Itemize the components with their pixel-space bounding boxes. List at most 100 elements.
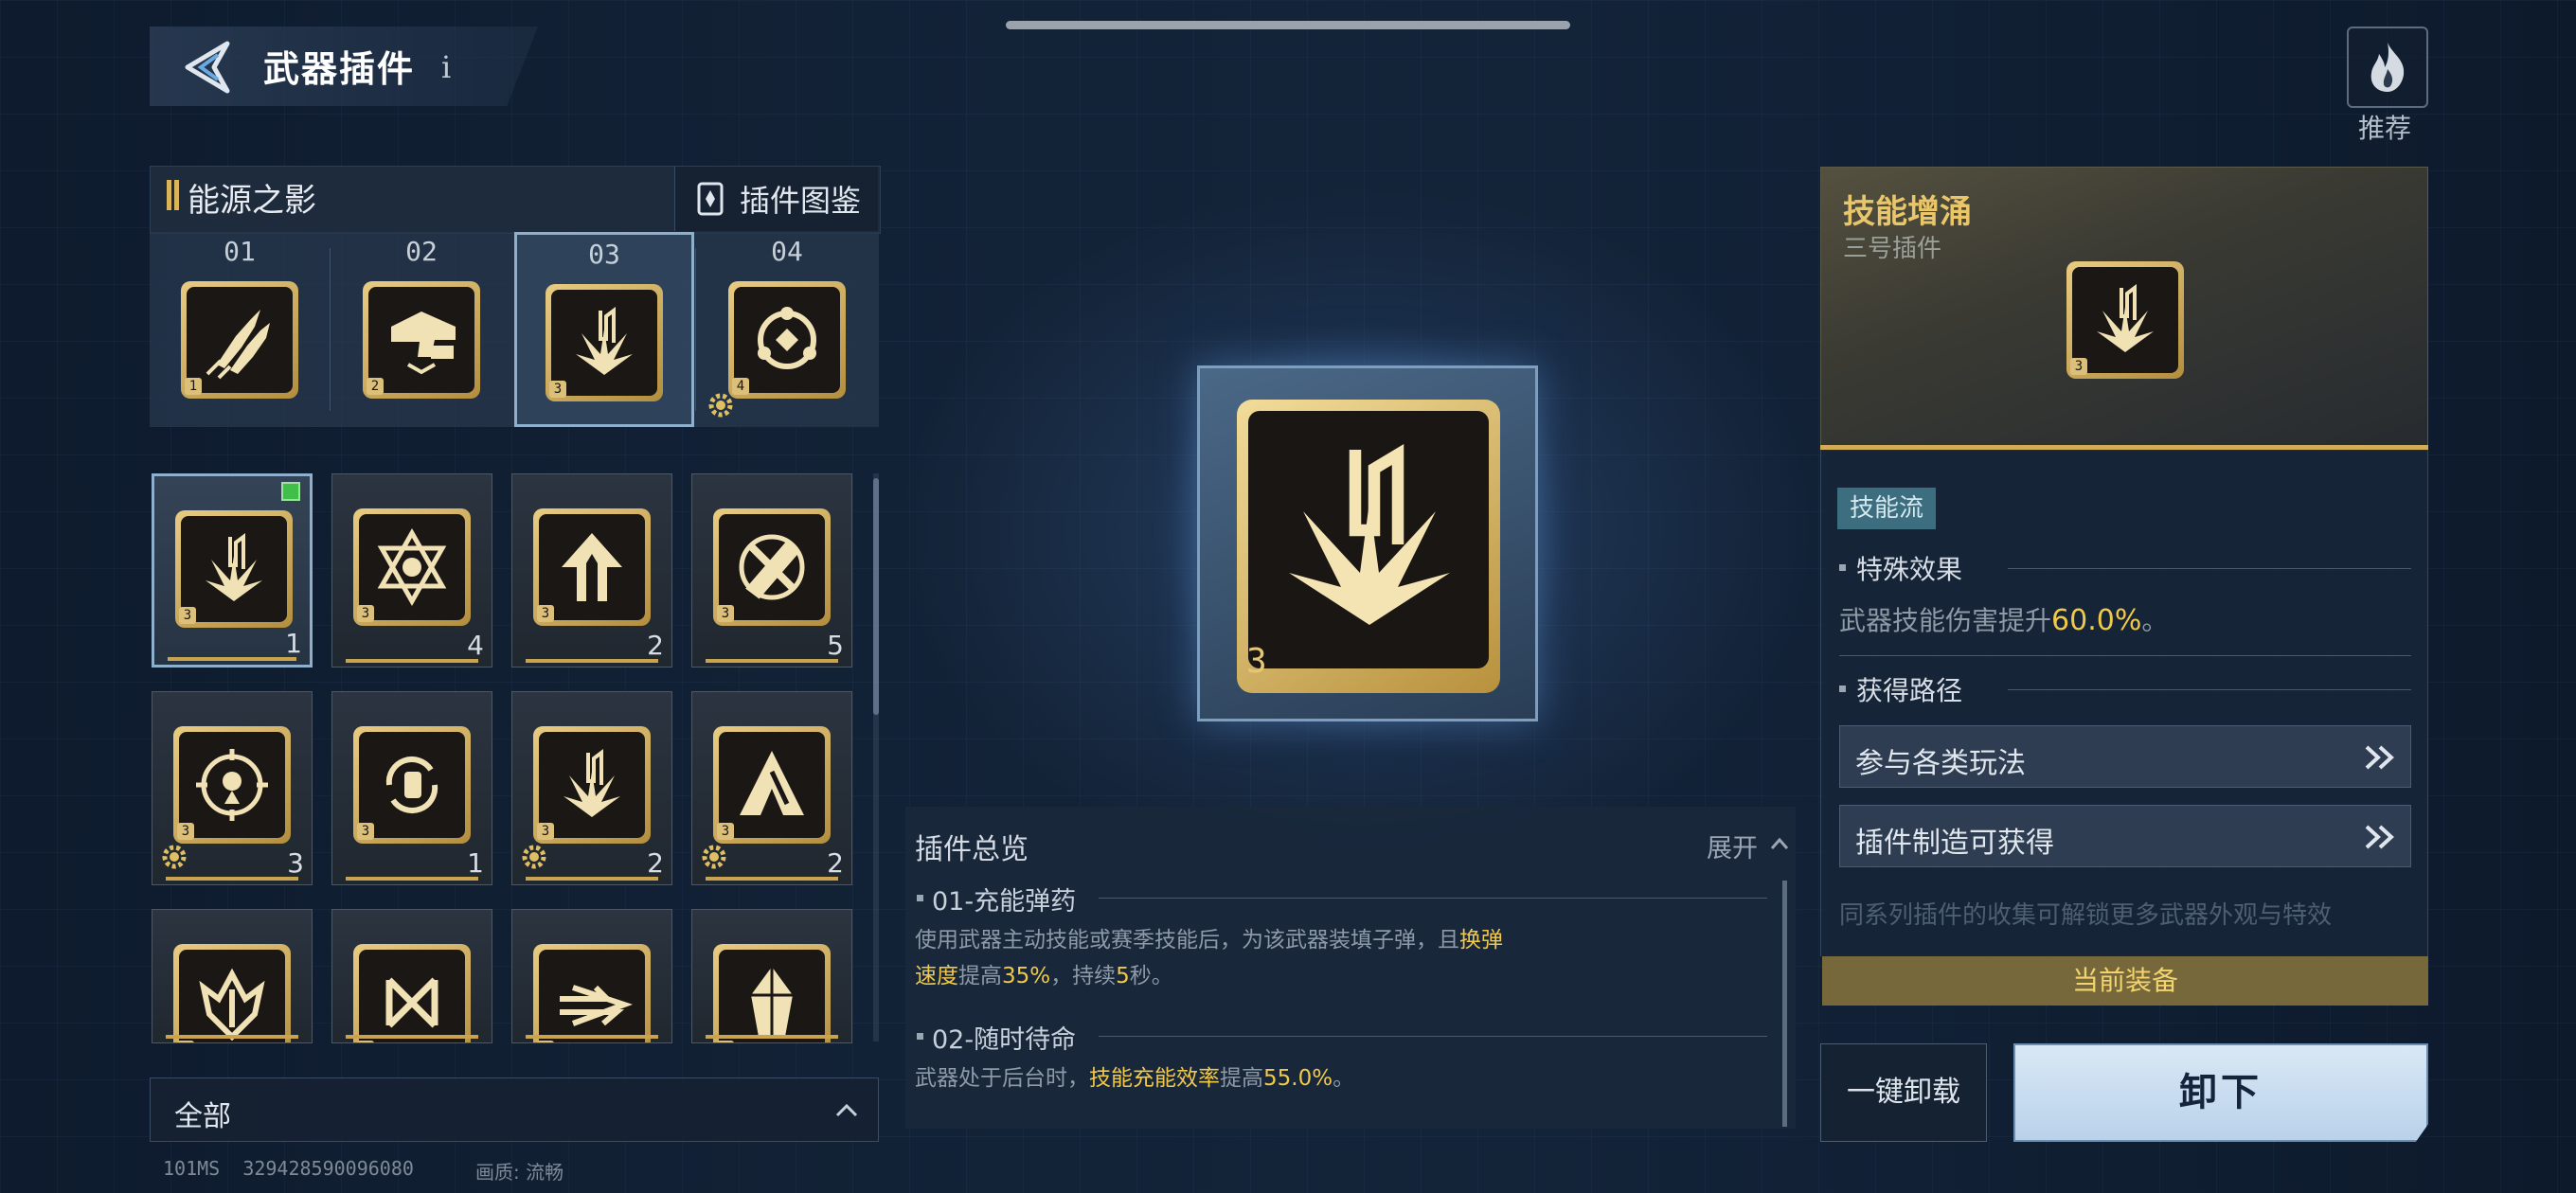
plugin-card: 3 [353,508,471,626]
special-effect-text: 武器技能伤害提升60.0%。 [1839,600,2168,638]
overview-scrollbar[interactable] [1782,881,1787,1127]
skill-surge-icon [576,307,633,375]
tile-underline [706,659,838,663]
user-id: 329428590096080 [242,1157,414,1180]
plugin-tile[interactable]: 35 [691,473,852,668]
equipped-indicator [281,482,300,501]
overview-section-text: 武器处于后台时，技能充能效率提高55.0%。 [915,1060,1748,1096]
skill-surge-icon [564,749,620,817]
plugin-card: 4 [728,281,846,399]
knot-icon [385,977,438,1028]
overview-title: 插件总览 [915,833,1029,866]
hand-cycle-icon [385,756,438,814]
text-highlight: 换弹 [1459,928,1503,953]
tile-underline [346,659,478,663]
plugin-tile[interactable]: 3 [152,909,313,1043]
tile-count: 1 [467,847,484,879]
slot-01[interactable]: 01 1 [150,232,330,427]
plugin-card: 3 [546,284,663,401]
detail-subtitle: 三号插件 [1843,235,1942,263]
section-bullet [917,895,923,901]
tile-underline [706,1035,838,1039]
target-icon [196,749,268,821]
route-crafting[interactable]: 插件制造可获得 [1839,805,2411,867]
tile-count: 3 [287,847,304,879]
plugin-tile[interactable]: 31 [331,691,492,885]
plugin-card: 3 [713,944,831,1042]
plugin-card: 3 [533,726,651,844]
bullets-icon [206,310,270,380]
special-effect-heading: 特殊效果 [1856,554,1963,585]
codex-button[interactable]: 插件图鉴 [674,167,878,231]
text-part: 武器处于后台时， [915,1066,1089,1091]
plugin-tile[interactable]: 34 [331,473,492,668]
plugin-tile[interactable]: 31 [152,473,313,668]
rank-corner: 3 [549,381,566,398]
tile-count: 4 [467,630,484,661]
rank-corner: 3 [537,823,554,840]
quality-value: 流畅 [526,1161,564,1184]
tile-underline [706,877,838,881]
faded-description: 同系列插件的收集可解锁更多武器外观与特效 [1839,901,2333,930]
rank-corner: 3 [357,1041,374,1042]
text-part: 使用武器主动技能或赛季技能后，为该武器装填子弹，且 [915,928,1459,953]
overview-expand[interactable]: 展开 [1707,828,1758,864]
plugin-tile[interactable]: 32 [511,473,672,668]
gun-icon [391,312,456,375]
rank-corner: 3 [717,1041,734,1042]
plugin-tile[interactable]: 3 [511,909,672,1043]
section-bullet [1839,564,1846,571]
tile-underline [168,657,296,661]
text-part: 。 [1333,1066,1355,1091]
crystal-icon [751,967,793,1037]
slot-03[interactable]: 03 3 [514,232,694,427]
filter-dropdown[interactable] [150,1077,879,1142]
route-play-modes[interactable]: 参与各类玩法 [1839,725,2411,788]
rank-corner: 1 [185,378,202,395]
plugin-tile[interactable]: 3 [691,909,852,1043]
chevron-up-icon[interactable] [833,1098,860,1121]
chevron-up-icon[interactable] [1769,835,1790,852]
slot-divider [330,248,331,411]
plugin-tile[interactable]: 33 [152,691,313,885]
obtain-route-heading: 获得路径 [1856,675,1963,706]
text-highlight: 55.0% [1263,1066,1333,1091]
overview-section-heading: 01-充能弹药 [932,887,1077,917]
inventory-scroll-thumb[interactable] [873,478,879,715]
unload-button[interactable]: 卸下 [2013,1043,2428,1142]
back-icon[interactable] [180,38,237,97]
quality-label: 画质: [475,1161,520,1184]
overview-section-heading: 02-随时待命 [932,1025,1077,1055]
skill-surge-icon [206,533,262,601]
text-highlight: 速度 [915,964,958,988]
slot-number: 04 [771,236,803,267]
page-title: 武器插件 [263,48,416,90]
latency: 101MS [163,1157,221,1180]
slot-divider [695,248,696,411]
section-rule [2008,689,2411,690]
plugin-tile[interactable]: 32 [511,691,672,885]
plugin-card: 3 [173,944,291,1042]
home-indicator[interactable] [1006,21,1570,29]
slot-04[interactable]: 04 4 [697,232,877,427]
info-icon[interactable]: i [441,49,451,85]
tile-underline [346,1035,478,1039]
footer-info: 101MS 329428590096080 [163,1157,414,1180]
effect-text: 武器技能伤害提升 [1839,605,2052,636]
recommend-button[interactable] [2347,27,2428,108]
rank-corner: 3 [717,823,734,840]
filter-label: 全部 [174,1100,231,1133]
detail-title: 技能增涌 [1843,193,1972,231]
unload-all-button[interactable]: 一键卸载 [1820,1043,1987,1142]
text-part: 提高 [958,964,1002,988]
plugin-card: 3 [713,508,831,626]
plugin-tile[interactable]: 32 [691,691,852,885]
route-label: 参与各类玩法 [1855,747,2026,780]
rank-corner: 3 [177,823,194,840]
section-rule [2008,568,2411,569]
plugin-tile[interactable]: 3 [331,909,492,1043]
playstyle-badge: 技能流 [1837,488,1936,529]
text-highlight: 技能充能效率 [1089,1066,1220,1091]
slot-02[interactable]: 02 2 [331,232,511,427]
slot-number: 01 [224,236,256,267]
